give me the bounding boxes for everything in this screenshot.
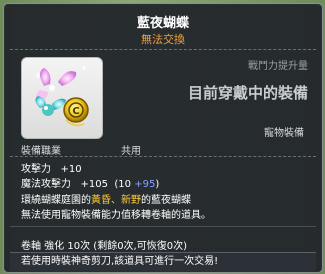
description-highlight: 黃昏、新野	[91, 195, 141, 206]
job-value: 共用	[121, 146, 141, 157]
item-name: 藍夜蝴蝶	[136, 16, 189, 31]
magic-attack-bonus: +95	[134, 179, 156, 190]
upgrade-label: 卷軸 強化	[21, 241, 65, 252]
attack-stat: 攻擊力 +10	[21, 160, 82, 175]
upgrade-detail: (剩餘0次,可恢復0次)	[93, 241, 188, 252]
attack-label: 攻擊力	[21, 164, 51, 175]
magic-attack-close: )	[155, 179, 160, 190]
divider-stats	[10, 156, 316, 157]
upgrade-info: 卷軸 強化 10次 (剩餘0次,可恢復0次)	[21, 237, 187, 252]
description-line-1: 環繞蝴蝶庭園的黃昏、新野的藍夜蝴蝶	[21, 191, 191, 206]
butterfly-icon: C	[35, 65, 89, 127]
magic-attack-stat: 魔法攻擊力 +105 (10 +95)	[21, 175, 159, 190]
description-line-2: 無法使用寵物裝備能力值移轉卷軸的道具。	[21, 210, 211, 221]
job-label: 裝備職業	[21, 146, 61, 157]
description-prefix: 環繞蝴蝶庭園的	[21, 195, 91, 206]
power-up-label: 戰鬥力提升量	[248, 61, 308, 72]
divider-upgrade	[10, 226, 316, 227]
upgrade-count: 10次	[67, 241, 91, 252]
magic-attack-label: 魔法攻擊力	[21, 179, 71, 190]
magic-attack-value: +105	[80, 179, 109, 190]
divider-top	[10, 49, 316, 50]
description-suffix: 的藍夜蝴蝶	[141, 195, 191, 206]
footer-notice: 若使用時裝神奇剪刀,該道具可進行一次交易!	[10, 252, 316, 271]
item-icon-frame: C	[21, 57, 103, 139]
item-tooltip: 藍夜蝴蝶 無法交換 C 戰鬥力提升量 目前穿戴中的裝備 寵物裝備 裝備職業 共用…	[3, 3, 323, 273]
pet-equipment-label: 寵物裝備	[264, 128, 304, 139]
svg-text:C: C	[72, 106, 79, 117]
magic-attack-base: (10	[114, 179, 132, 190]
currently-wearing-label: 目前穿戴中的裝備	[187, 84, 308, 102]
trade-status: 無法交換	[141, 33, 185, 46]
attack-value: +10	[60, 164, 82, 175]
